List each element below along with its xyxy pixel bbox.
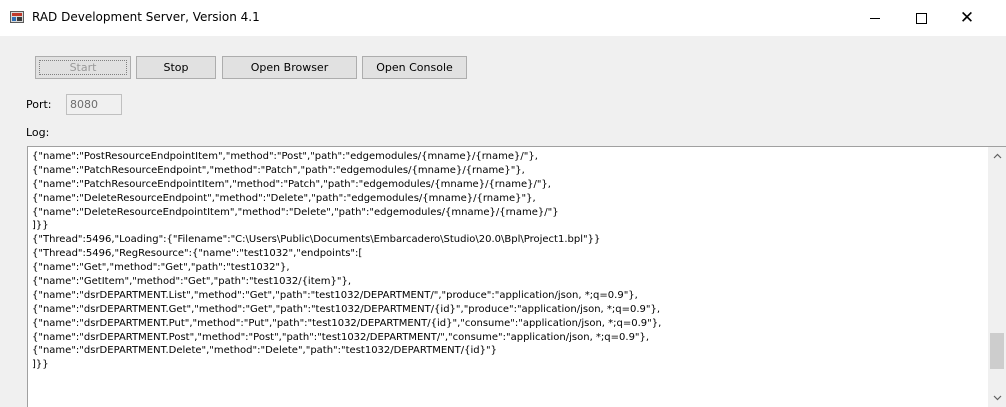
stop-button[interactable]: Stop <box>136 56 216 79</box>
log-label: Log: <box>26 126 50 139</box>
title-bar[interactable]: RAD Development Server, Version 4.1 ✕ <box>0 0 1006 36</box>
open-console-button-label: Open Console <box>376 61 453 74</box>
scroll-up-button[interactable] <box>988 147 1006 165</box>
scroll-down-button[interactable] <box>988 389 1006 407</box>
open-browser-button[interactable]: Open Browser <box>222 56 357 79</box>
log-line: {"name":"dsrDEPARTMENT.Post","method":"P… <box>32 331 650 343</box>
log-memo[interactable]: {"name":"PostResourceEndpointItem","meth… <box>27 146 1006 407</box>
server-app-icon <box>10 10 24 24</box>
log-lines: {"name":"PostResourceEndpointItem","meth… <box>32 150 984 372</box>
log-line: {"name":"dsrDEPARTMENT.Delete","method":… <box>32 345 497 357</box>
log-line: ]}} <box>32 359 49 371</box>
log-line: {"Thread":5496,"Loading":{"Filename":"C:… <box>32 234 601 246</box>
log-scrollbar[interactable] <box>988 147 1006 407</box>
minimize-button[interactable] <box>852 0 898 36</box>
focus-rectangle <box>39 60 127 75</box>
chevron-down-icon <box>993 393 1002 404</box>
log-line: ]}} <box>32 220 49 232</box>
log-line: {"name":"DeleteResourceEndpoint","method… <box>32 192 536 204</box>
port-label: Port: <box>26 98 52 111</box>
close-button[interactable]: ✕ <box>944 0 990 36</box>
start-button[interactable]: Start <box>35 56 131 79</box>
log-line: {"name":"PatchResourceEndpoint","method"… <box>32 164 525 176</box>
maximize-icon <box>915 12 927 24</box>
log-line: {"name":"PatchResourceEndpointItem","met… <box>32 178 551 190</box>
scroll-thumb[interactable] <box>990 333 1004 369</box>
log-line: {"name":"PostResourceEndpointItem","meth… <box>32 151 538 162</box>
close-icon: ✕ <box>959 7 975 28</box>
log-line: {"name":"Get","method":"Get","path":"tes… <box>32 262 290 274</box>
log-line: {"name":"dsrDEPARTMENT.Put","method":"Pu… <box>32 317 662 329</box>
log-line: {"name":"DeleteResourceEndpointItem","me… <box>32 206 559 218</box>
log-line: {"name":"dsrDEPARTMENT.Get","method":"Ge… <box>32 303 661 315</box>
port-field[interactable] <box>66 94 122 115</box>
chevron-up-icon <box>993 151 1002 162</box>
open-console-button[interactable]: Open Console <box>362 56 467 79</box>
log-line: {"name":"dsrDEPARTMENT.List","method":"G… <box>32 289 638 301</box>
server-window: RAD Development Server, Version 4.1 ✕ St… <box>0 0 1006 407</box>
log-line: {"name":"GetItem","method":"Get","path":… <box>32 276 352 288</box>
maximize-button[interactable] <box>898 0 944 36</box>
minimize-icon <box>870 17 880 19</box>
open-browser-button-label: Open Browser <box>250 61 329 74</box>
stop-button-label: Stop <box>163 61 189 74</box>
window-title: RAD Development Server, Version 4.1 <box>32 10 260 24</box>
log-line: {"Thread":5496,"RegResource":{"name":"te… <box>32 248 363 260</box>
